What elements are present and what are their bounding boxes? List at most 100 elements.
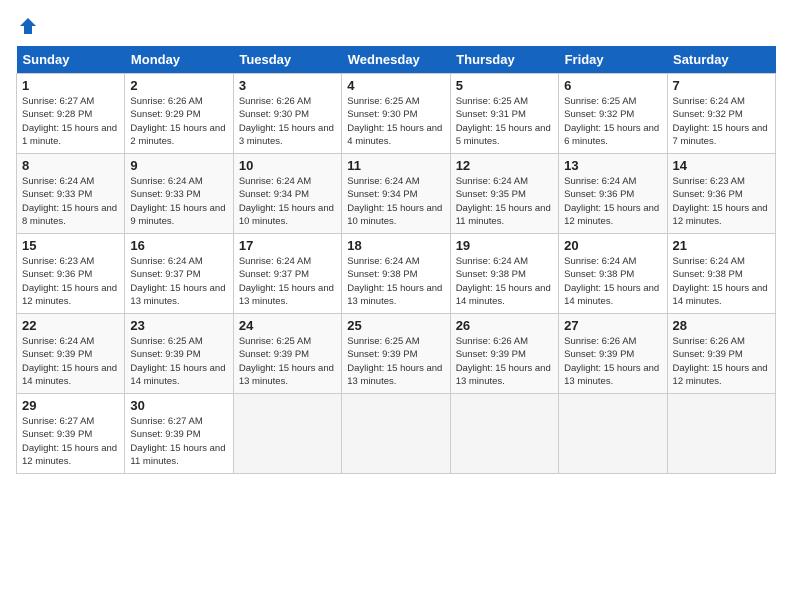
daylight-text: Daylight: 15 hours and 7 minutes. [673,123,768,147]
calendar-cell: 7 Sunrise: 6:24 AM Sunset: 9:32 PM Dayli… [667,74,775,154]
day-info: Sunrise: 6:24 AM Sunset: 9:33 PM Dayligh… [130,175,227,228]
calendar-cell: 17 Sunrise: 6:24 AM Sunset: 9:37 PM Dayl… [233,234,341,314]
logo [16,16,40,36]
sunrise-text: Sunrise: 6:27 AM [22,96,94,107]
day-number: 3 [239,78,336,93]
day-number: 30 [130,398,227,413]
daylight-text: Daylight: 15 hours and 13 minutes. [456,363,551,387]
sunrise-text: Sunrise: 6:25 AM [347,336,419,347]
daylight-text: Daylight: 15 hours and 6 minutes. [564,123,659,147]
sunrise-text: Sunrise: 6:25 AM [347,96,419,107]
day-number: 25 [347,318,444,333]
sunrise-text: Sunrise: 6:24 AM [456,176,528,187]
calendar-cell: 8 Sunrise: 6:24 AM Sunset: 9:33 PM Dayli… [17,154,125,234]
daylight-text: Daylight: 15 hours and 5 minutes. [456,123,551,147]
sunrise-text: Sunrise: 6:24 AM [456,256,528,267]
sunset-text: Sunset: 9:34 PM [239,189,309,200]
sunset-text: Sunset: 9:38 PM [673,269,743,280]
day-number: 26 [456,318,553,333]
day-info: Sunrise: 6:27 AM Sunset: 9:28 PM Dayligh… [22,95,119,148]
day-info: Sunrise: 6:25 AM Sunset: 9:32 PM Dayligh… [564,95,661,148]
day-info: Sunrise: 6:24 AM Sunset: 9:35 PM Dayligh… [456,175,553,228]
calendar-cell: 22 Sunrise: 6:24 AM Sunset: 9:39 PM Dayl… [17,314,125,394]
daylight-text: Daylight: 15 hours and 13 minutes. [347,363,442,387]
daylight-text: Daylight: 15 hours and 12 minutes. [22,283,117,307]
day-number: 27 [564,318,661,333]
calendar-cell: 28 Sunrise: 6:26 AM Sunset: 9:39 PM Dayl… [667,314,775,394]
day-number: 24 [239,318,336,333]
sunrise-text: Sunrise: 6:24 AM [673,256,745,267]
calendar-cell: 13 Sunrise: 6:24 AM Sunset: 9:36 PM Dayl… [559,154,667,234]
daylight-text: Daylight: 15 hours and 12 minutes. [673,203,768,227]
day-number: 12 [456,158,553,173]
calendar-cell: 1 Sunrise: 6:27 AM Sunset: 9:28 PM Dayli… [17,74,125,154]
sunset-text: Sunset: 9:29 PM [130,109,200,120]
calendar-cell [559,394,667,474]
calendar-cell: 11 Sunrise: 6:24 AM Sunset: 9:34 PM Dayl… [342,154,450,234]
day-info: Sunrise: 6:27 AM Sunset: 9:39 PM Dayligh… [130,415,227,468]
day-info: Sunrise: 6:24 AM Sunset: 9:33 PM Dayligh… [22,175,119,228]
daylight-text: Daylight: 15 hours and 11 minutes. [130,443,225,467]
daylight-text: Daylight: 15 hours and 14 minutes. [130,363,225,387]
day-info: Sunrise: 6:25 AM Sunset: 9:39 PM Dayligh… [239,335,336,388]
day-info: Sunrise: 6:24 AM Sunset: 9:34 PM Dayligh… [239,175,336,228]
day-info: Sunrise: 6:25 AM Sunset: 9:39 PM Dayligh… [130,335,227,388]
daylight-text: Daylight: 15 hours and 12 minutes. [673,363,768,387]
day-number: 14 [673,158,770,173]
calendar-cell: 25 Sunrise: 6:25 AM Sunset: 9:39 PM Dayl… [342,314,450,394]
sunrise-text: Sunrise: 6:23 AM [22,256,94,267]
sunset-text: Sunset: 9:35 PM [456,189,526,200]
day-info: Sunrise: 6:24 AM Sunset: 9:38 PM Dayligh… [564,255,661,308]
day-number: 6 [564,78,661,93]
day-number: 16 [130,238,227,253]
day-info: Sunrise: 6:24 AM Sunset: 9:34 PM Dayligh… [347,175,444,228]
sunset-text: Sunset: 9:39 PM [130,429,200,440]
calendar-cell: 6 Sunrise: 6:25 AM Sunset: 9:32 PM Dayli… [559,74,667,154]
day-info: Sunrise: 6:24 AM Sunset: 9:38 PM Dayligh… [347,255,444,308]
day-info: Sunrise: 6:23 AM Sunset: 9:36 PM Dayligh… [673,175,770,228]
day-number: 13 [564,158,661,173]
sunset-text: Sunset: 9:39 PM [22,429,92,440]
sunset-text: Sunset: 9:30 PM [239,109,309,120]
day-info: Sunrise: 6:24 AM Sunset: 9:38 PM Dayligh… [456,255,553,308]
calendar-cell [667,394,775,474]
day-number: 10 [239,158,336,173]
day-number: 15 [22,238,119,253]
day-number: 20 [564,238,661,253]
sunrise-text: Sunrise: 6:24 AM [564,256,636,267]
calendar-cell: 20 Sunrise: 6:24 AM Sunset: 9:38 PM Dayl… [559,234,667,314]
sunrise-text: Sunrise: 6:26 AM [673,336,745,347]
daylight-text: Daylight: 15 hours and 12 minutes. [564,203,659,227]
day-info: Sunrise: 6:24 AM Sunset: 9:32 PM Dayligh… [673,95,770,148]
sunrise-text: Sunrise: 6:24 AM [22,176,94,187]
sunrise-text: Sunrise: 6:26 AM [564,336,636,347]
week-row-1: 1 Sunrise: 6:27 AM Sunset: 9:28 PM Dayli… [17,74,776,154]
calendar-cell: 3 Sunrise: 6:26 AM Sunset: 9:30 PM Dayli… [233,74,341,154]
calendar-cell: 23 Sunrise: 6:25 AM Sunset: 9:39 PM Dayl… [125,314,233,394]
week-row-3: 15 Sunrise: 6:23 AM Sunset: 9:36 PM Dayl… [17,234,776,314]
sunrise-text: Sunrise: 6:24 AM [347,256,419,267]
sunset-text: Sunset: 9:37 PM [239,269,309,280]
sunset-text: Sunset: 9:36 PM [564,189,634,200]
calendar-cell: 29 Sunrise: 6:27 AM Sunset: 9:39 PM Dayl… [17,394,125,474]
calendar-cell: 5 Sunrise: 6:25 AM Sunset: 9:31 PM Dayli… [450,74,558,154]
daylight-text: Daylight: 15 hours and 4 minutes. [347,123,442,147]
week-row-5: 29 Sunrise: 6:27 AM Sunset: 9:39 PM Dayl… [17,394,776,474]
sunset-text: Sunset: 9:31 PM [456,109,526,120]
sunrise-text: Sunrise: 6:24 AM [673,96,745,107]
calendar-table: SundayMondayTuesdayWednesdayThursdayFrid… [16,46,776,474]
daylight-text: Daylight: 15 hours and 13 minutes. [239,363,334,387]
calendar-cell [450,394,558,474]
sunset-text: Sunset: 9:33 PM [22,189,92,200]
sunrise-text: Sunrise: 6:24 AM [130,256,202,267]
sunset-text: Sunset: 9:38 PM [456,269,526,280]
sunset-text: Sunset: 9:39 PM [130,349,200,360]
calendar-cell: 9 Sunrise: 6:24 AM Sunset: 9:33 PM Dayli… [125,154,233,234]
day-info: Sunrise: 6:23 AM Sunset: 9:36 PM Dayligh… [22,255,119,308]
daylight-text: Daylight: 15 hours and 14 minutes. [673,283,768,307]
day-number: 8 [22,158,119,173]
day-number: 18 [347,238,444,253]
sunset-text: Sunset: 9:36 PM [673,189,743,200]
day-info: Sunrise: 6:25 AM Sunset: 9:39 PM Dayligh… [347,335,444,388]
sunset-text: Sunset: 9:34 PM [347,189,417,200]
